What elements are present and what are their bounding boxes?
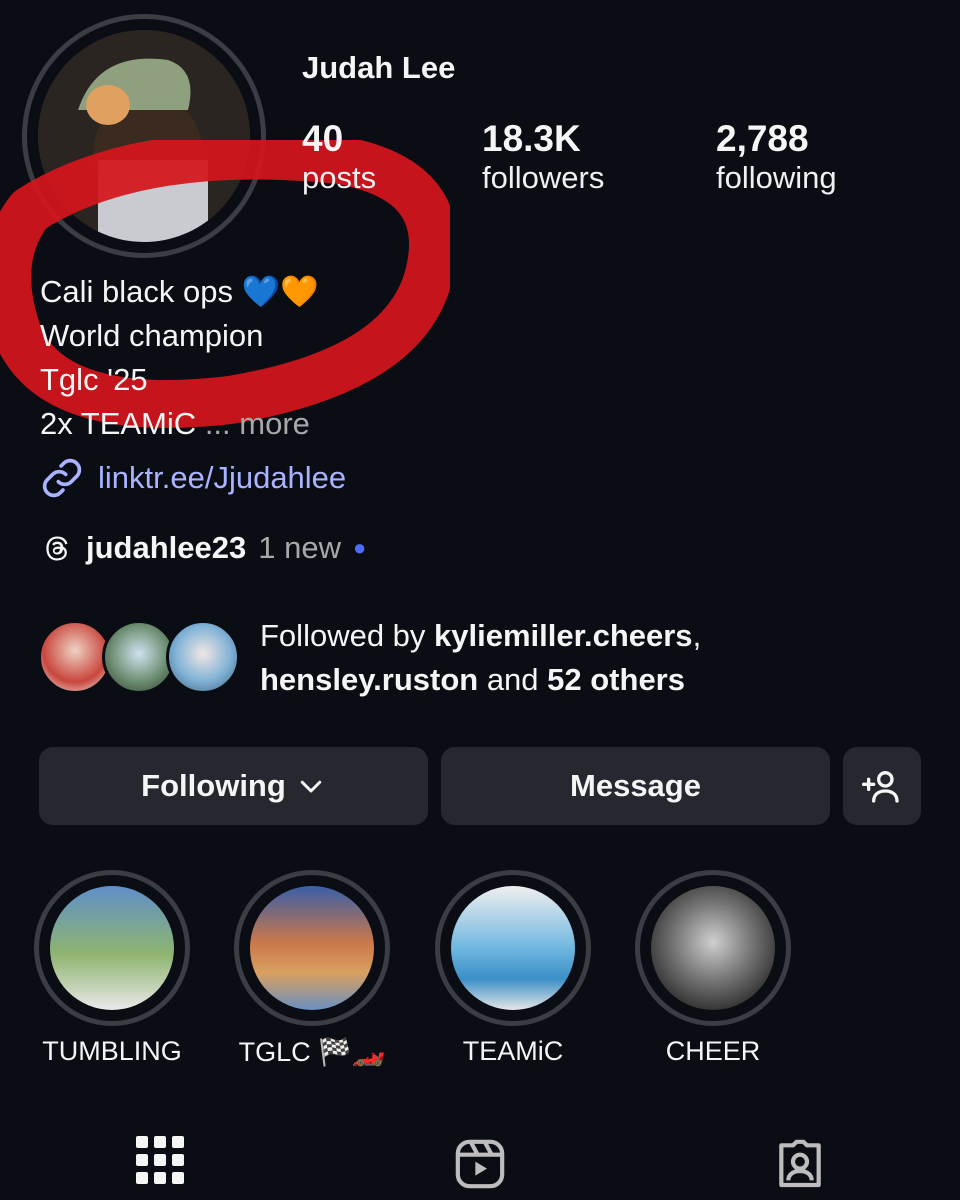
highlight-teamic[interactable] — [435, 870, 591, 1026]
tab-tagged[interactable] — [772, 1136, 828, 1197]
chevron-down-icon — [300, 780, 322, 793]
following-button[interactable]: Following — [39, 747, 428, 825]
followed-by-user[interactable]: hensley.ruston — [260, 662, 478, 697]
followed-by-others[interactable]: 52 others — [547, 662, 685, 697]
stat-posts[interactable]: 40 posts — [302, 118, 376, 196]
bio-line: Tglc '25 — [40, 362, 148, 397]
bio: Cali black ops 💙🧡 World champion Tglc '2… — [40, 270, 319, 446]
mutual-follower-avatar[interactable] — [166, 620, 240, 694]
tab-grid[interactable] — [136, 1136, 184, 1189]
mutual-follower-avatar[interactable] — [38, 620, 112, 694]
followed-by-separator: , — [692, 618, 702, 653]
highlight-ring — [435, 870, 591, 1026]
followed-by-and: and — [478, 662, 548, 697]
highlight-tglc[interactable] — [234, 870, 390, 1026]
highlight-cover — [451, 886, 575, 1010]
highlight-label: TUMBLING — [42, 1036, 182, 1066]
bio-line: 2x TEAMiC — [40, 406, 197, 441]
highlight-label: CHEER — [665, 1036, 761, 1066]
add-user-button[interactable] — [843, 747, 921, 825]
following-count: 2,788 — [716, 118, 809, 159]
highlight-ring — [635, 870, 791, 1026]
grid-icon — [136, 1136, 184, 1184]
following-button-label: Following — [141, 768, 286, 803]
posts-label: posts — [302, 160, 377, 195]
followers-count: 18.3K — [482, 118, 581, 159]
reels-icon — [455, 1139, 505, 1189]
highlight-ring — [34, 870, 190, 1026]
posts-count: 40 — [302, 118, 344, 159]
message-button[interactable]: Message — [441, 747, 830, 825]
link-icon — [42, 458, 82, 498]
stat-following[interactable]: 2,788 following — [716, 118, 837, 196]
bio-line: Cali black ops 💙🧡 — [40, 274, 319, 309]
tagged-icon — [779, 1139, 821, 1188]
tab-reels[interactable] — [452, 1136, 508, 1197]
highlight-cover — [250, 886, 374, 1010]
profile-link-text: linktr.ee/Jjudahlee — [98, 460, 347, 495]
threads-new-count: 1 new — [258, 530, 341, 565]
following-label: following — [716, 160, 837, 195]
bio-line: World champion — [40, 318, 264, 353]
highlight-label: TEAMiC — [462, 1036, 564, 1066]
bio-more-link[interactable]: ... more — [205, 406, 310, 441]
highlight-cover — [50, 886, 174, 1010]
followed-by-prefix: Followed by — [260, 618, 435, 653]
threads-badge[interactable]: judahlee23 1 new ● — [40, 530, 366, 566]
stat-followers[interactable]: 18.3K followers — [482, 118, 604, 196]
mutual-follower-avatar[interactable] — [102, 620, 176, 694]
followed-by-text[interactable]: Followed by kyliemiller.cheers, hensley.… — [260, 614, 701, 702]
highlight-cover — [651, 886, 775, 1010]
highlight-tumbling[interactable] — [34, 870, 190, 1026]
followers-label: followers — [482, 160, 605, 195]
add-person-icon — [862, 771, 899, 803]
highlight-ring — [234, 870, 390, 1026]
profile-link[interactable]: linktr.ee/Jjudahlee — [40, 456, 346, 500]
threads-icon — [46, 536, 68, 561]
profile-name: Judah Lee — [302, 50, 456, 85]
unread-dot: ● — [352, 535, 367, 560]
followed-by-user[interactable]: kyliemiller.cheers — [434, 618, 693, 653]
highlight-label: TGLC 🏁🏎️ — [238, 1037, 386, 1067]
threads-handle: judahlee23 — [86, 530, 247, 565]
message-button-label: Message — [570, 768, 701, 803]
highlight-cheer[interactable] — [635, 870, 791, 1026]
